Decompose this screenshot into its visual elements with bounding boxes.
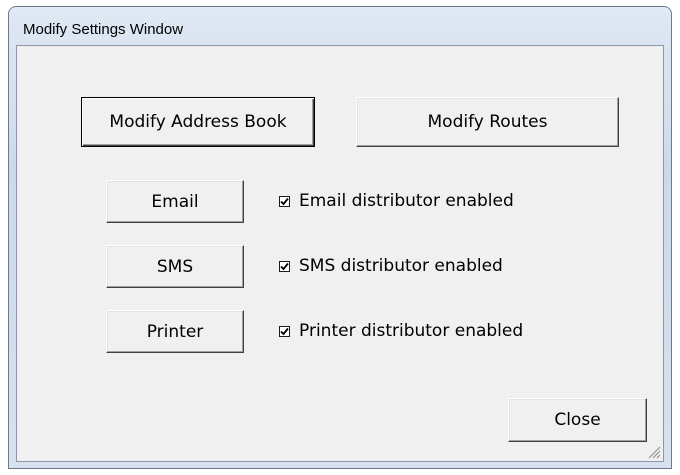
- checkbox-checked-icon: [279, 260, 290, 272]
- email-button[interactable]: Email: [106, 180, 244, 223]
- checkbox-checked-icon: [279, 325, 290, 337]
- printer-button[interactable]: Printer: [106, 310, 244, 353]
- modify-settings-window: Modify Settings Window Modify Address Bo…: [8, 6, 672, 469]
- modify-address-book-button[interactable]: Modify Address Book: [81, 97, 315, 147]
- printer-distributor-label: Printer distributor enabled: [299, 321, 524, 341]
- title-bar[interactable]: Modify Settings Window: [9, 7, 671, 45]
- sms-distributor-label: SMS distributor enabled: [299, 256, 503, 276]
- modify-routes-button[interactable]: Modify Routes: [356, 97, 619, 147]
- email-distributor-checkbox[interactable]: Email distributor enabled: [279, 191, 514, 211]
- window-client-area: Modify Address Book Modify Routes Email …: [16, 45, 664, 462]
- printer-distributor-checkbox[interactable]: Printer distributor enabled: [279, 321, 523, 341]
- sms-button[interactable]: SMS: [106, 245, 244, 288]
- email-distributor-label: Email distributor enabled: [299, 191, 514, 211]
- checkbox-checked-icon: [279, 195, 290, 207]
- sms-distributor-checkbox[interactable]: SMS distributor enabled: [279, 256, 503, 276]
- close-button[interactable]: Close: [508, 398, 647, 442]
- resize-grip-icon[interactable]: [647, 445, 661, 459]
- window-title: Modify Settings Window: [23, 21, 184, 38]
